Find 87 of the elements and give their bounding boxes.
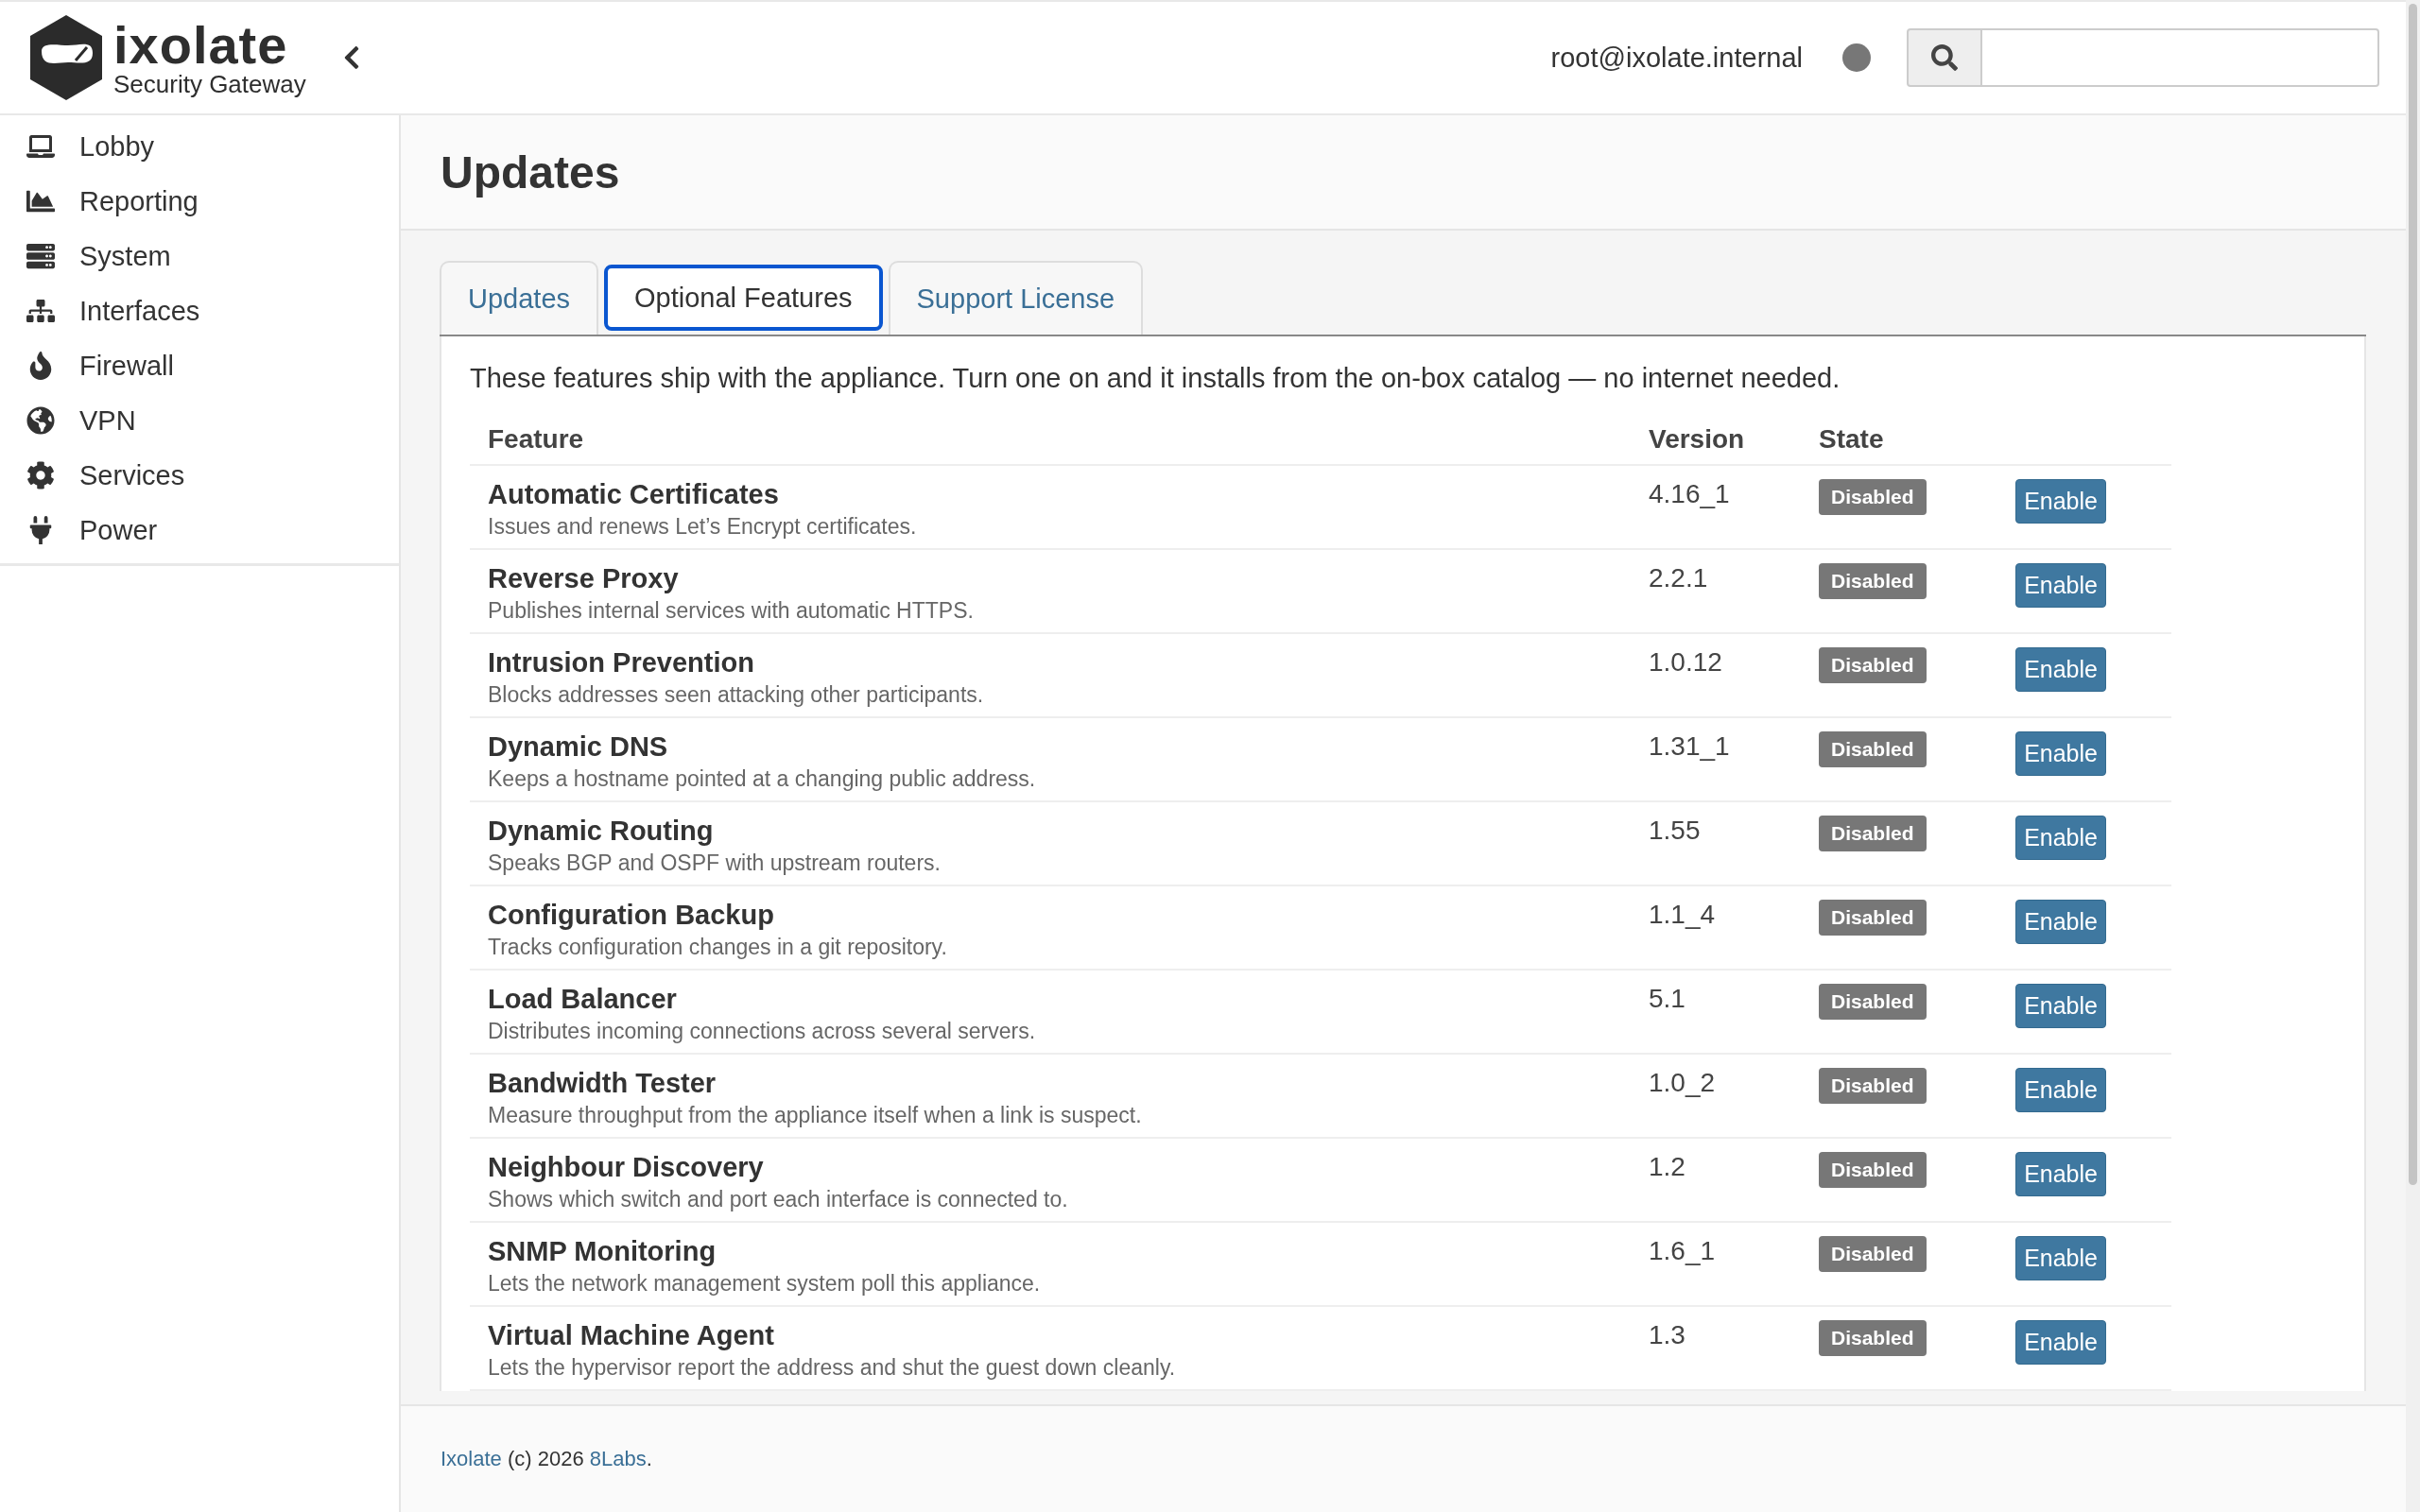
enable-button[interactable]: Enable xyxy=(2015,1152,2106,1196)
feature-description: Keeps a hostname pointed at a changing public address. xyxy=(488,766,1037,792)
sidebar-item[interactable]: Services xyxy=(0,448,399,503)
scrollbar[interactable] xyxy=(2406,0,2420,1512)
feature-name: Bandwidth Tester xyxy=(488,1068,717,1099)
column-header: Feature xyxy=(470,417,1631,465)
enable-button[interactable]: Enable xyxy=(2015,900,2106,944)
feature-description: Lets the network management system poll this appliance. xyxy=(488,1271,1042,1297)
feature-name: Dynamic DNS xyxy=(488,731,669,763)
version-text: 1.0_2 xyxy=(1649,1068,1716,1097)
laptop-icon xyxy=(25,132,57,161)
tab[interactable]: Support License xyxy=(888,261,1144,335)
feature-name: SNMP Monitoring xyxy=(488,1236,717,1267)
feature-description: Lets the hypervisor report the address and shut the guest down cleanly. xyxy=(488,1355,1177,1381)
state-badge: Disabled xyxy=(1819,816,1927,851)
search-button[interactable] xyxy=(1907,28,1982,87)
search-field[interactable] xyxy=(1982,28,2379,87)
state-badge: Disabled xyxy=(1819,1068,1927,1104)
version-text: 4.16_1 xyxy=(1649,479,1730,508)
state-badge: Disabled xyxy=(1819,647,1927,683)
sidebar-item[interactable]: System xyxy=(0,229,399,284)
version-text: 1.1_4 xyxy=(1649,900,1716,929)
enable-button[interactable]: Enable xyxy=(2015,563,2106,608)
settings-icon xyxy=(25,461,57,490)
feature-name: Neighbour Discovery xyxy=(488,1152,765,1183)
state-badge: Disabled xyxy=(1819,1236,1927,1272)
feature-name: Configuration Backup xyxy=(488,900,775,931)
enable-button[interactable]: Enable xyxy=(2015,1320,2106,1365)
feature-name: Load Balancer xyxy=(488,984,678,1015)
version-text: 1.31_1 xyxy=(1649,731,1730,761)
intro-text: These features ship with the appliance. Turn one on and it installs from the on-box catalog — no internet needed. xyxy=(470,363,1841,394)
sidebar-item[interactable]: VPN xyxy=(0,393,399,448)
sidebar-item[interactable]: Firewall xyxy=(0,338,399,393)
enable-button[interactable]: Enable xyxy=(2015,816,2106,860)
feature-description: Tracks configuration changes in a git repository. xyxy=(488,935,948,960)
tab[interactable]: Updates xyxy=(440,261,598,335)
sidebar-item[interactable]: Power xyxy=(0,503,399,558)
search-icon xyxy=(1931,44,1958,71)
company-link[interactable]: 8Labs xyxy=(589,1447,647,1470)
globe-icon xyxy=(25,406,57,435)
state-badge: Disabled xyxy=(1819,731,1927,767)
feature-description: Publishes internal services with automatic HTTPS. xyxy=(488,598,975,624)
status-dot-icon xyxy=(1842,43,1871,72)
user-name: root@ixolate.internal xyxy=(1550,42,1803,74)
state-badge: Disabled xyxy=(1819,984,1927,1020)
enable-button[interactable]: Enable xyxy=(2015,479,2106,524)
state-badge: Disabled xyxy=(1819,1320,1927,1356)
state-badge: Disabled xyxy=(1819,900,1927,936)
enable-button[interactable]: Enable xyxy=(2015,1068,2106,1112)
state-badge: Disabled xyxy=(1819,479,1927,515)
version-text: 1.3 xyxy=(1649,1320,1685,1349)
brand-link[interactable]: Ixolate xyxy=(441,1447,502,1470)
enable-button[interactable]: Enable xyxy=(2015,1236,2106,1280)
sidebar-item[interactable]: Interfaces xyxy=(0,284,399,338)
feature-name: Virtual Machine Agent xyxy=(488,1320,775,1351)
feature-description: Speaks BGP and OSPF with upstream routers. xyxy=(488,850,942,876)
footer-text: Ixolate (c) 2026 8Labs. xyxy=(441,1447,652,1471)
enable-button[interactable]: Enable xyxy=(2015,647,2106,692)
sidebar-item[interactable]: Reporting xyxy=(0,174,399,229)
feature-name: Intrusion Prevention xyxy=(488,647,755,679)
column-header: State xyxy=(1801,417,1998,465)
enable-button[interactable]: Enable xyxy=(2015,984,2106,1028)
feature-description: Shows which switch and port each interface is connected to. xyxy=(488,1187,1069,1212)
version-text: 1.0.12 xyxy=(1649,647,1722,677)
feature-description: Issues and renews Let’s Encrypt certificates. xyxy=(488,514,918,540)
logo-name: ixolate xyxy=(113,19,289,72)
page-title: Updates xyxy=(441,146,620,198)
server-icon xyxy=(25,242,57,270)
enable-button[interactable]: Enable xyxy=(2015,731,2106,776)
version-text: 1.2 xyxy=(1649,1152,1685,1181)
version-text: 1.55 xyxy=(1649,816,1701,845)
feature-name: Reverse Proxy xyxy=(488,563,680,594)
feature-description: Measure throughput from the appliance itself when a link is suspect. xyxy=(488,1103,1143,1128)
sitemap-icon xyxy=(25,297,57,325)
logo-subtitle: Security Gateway xyxy=(113,72,306,96)
version-text: 1.6_1 xyxy=(1649,1236,1716,1265)
version-text: 5.1 xyxy=(1649,984,1685,1013)
column-header: Version xyxy=(1631,417,1801,465)
state-badge: Disabled xyxy=(1819,1152,1927,1188)
sidebar-item[interactable]: Lobby xyxy=(0,119,399,174)
feature-name: Automatic Certificates xyxy=(488,479,780,510)
feature-description: Distributes incoming connections across several servers. xyxy=(488,1019,1037,1044)
feature-description: Blocks addresses seen attacking other participants. xyxy=(488,682,985,708)
tab[interactable]: Optional Features xyxy=(604,265,883,331)
version-text: 2.2.1 xyxy=(1649,563,1708,593)
state-badge: Disabled xyxy=(1819,563,1927,599)
feature-name: Dynamic Routing xyxy=(488,816,715,847)
